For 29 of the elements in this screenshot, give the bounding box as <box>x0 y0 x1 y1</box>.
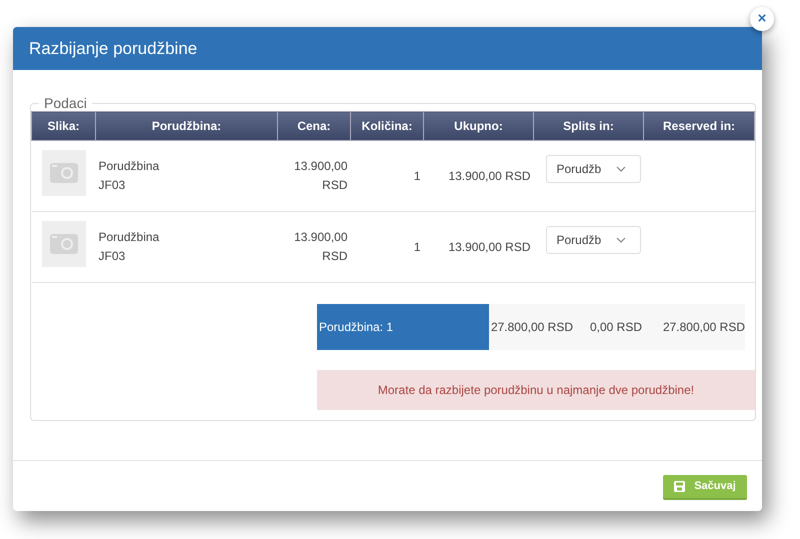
column-header: Splits in: <box>534 112 644 140</box>
summary-amount: 0,00 RSD <box>590 318 642 336</box>
splits-dropdown[interactable]: Porudžb <box>546 226 640 254</box>
price: 13.900,00 RSD <box>294 230 348 263</box>
error-alert: Morate da razbijete porudžbinu u najmanje dve porudžbine! <box>317 370 755 410</box>
column-header: Količina: <box>350 112 424 140</box>
total: 13.900,00 RSD <box>448 168 530 182</box>
summary-amount: 27.800,00 RSD <box>662 318 745 336</box>
order-name: Porudžbina JF03 <box>98 230 160 263</box>
dialog-title: Razbijanje porudžbine <box>29 38 198 58</box>
column-header: Slika: <box>32 112 96 140</box>
column-header: Porudžbina: <box>96 112 278 140</box>
quantity: 1 <box>414 240 420 254</box>
camera-icon <box>42 150 86 196</box>
summary-amount: 27.800,00 RSD <box>490 318 573 336</box>
close-button[interactable]: × <box>750 7 774 31</box>
panel-legend: Podaci <box>39 95 92 111</box>
splits-dropdown[interactable]: Porudžb <box>546 155 640 183</box>
chevron-icon <box>616 237 626 243</box>
quantity: 1 <box>414 168 420 182</box>
chevron-icon <box>616 166 626 172</box>
total: 13.900,00 RSD <box>448 240 530 254</box>
column-header: Ukupno: <box>424 112 534 140</box>
order-name: Porudžbina JF03 <box>98 159 160 192</box>
summary-label: Porudžbina: 1 <box>319 318 394 336</box>
column-header: Cena: <box>278 112 350 140</box>
column-header: Reserved in: <box>644 112 754 140</box>
price: 13.900,00 RSD <box>294 159 348 192</box>
camera-icon <box>42 221 86 267</box>
